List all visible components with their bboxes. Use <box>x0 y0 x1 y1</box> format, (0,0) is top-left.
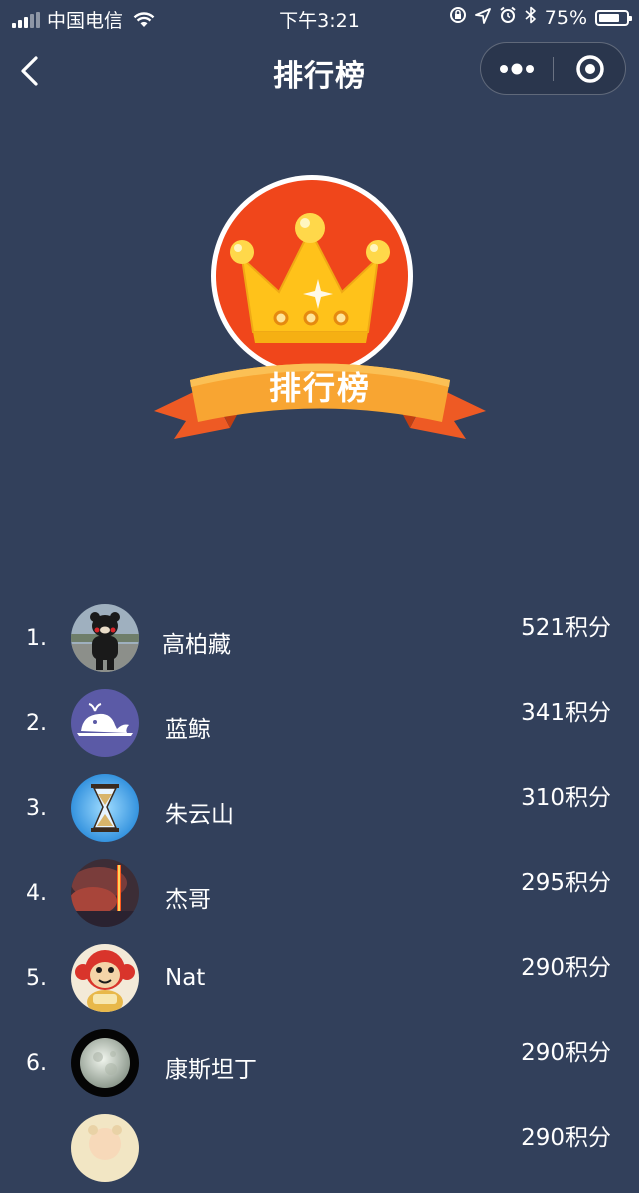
player-score: 521积分 <box>521 615 611 641</box>
battery-fill <box>599 13 619 22</box>
bluetooth-icon <box>525 6 537 29</box>
battery-icon <box>595 9 632 26</box>
player-name: 杰哥 <box>165 887 211 913</box>
player-score: 310积分 <box>521 785 611 811</box>
mini-program-capsule <box>480 42 626 95</box>
monkey-avatar <box>71 944 139 1012</box>
hourglass-avatar <box>71 774 139 842</box>
status-bar: 中国电信 下午3:21 75% <box>0 0 639 36</box>
volcano-avatar <box>71 859 139 927</box>
rank-number: 2. <box>26 711 47 736</box>
player-name: 高柏藏 <box>162 632 231 658</box>
badge-label: 排行榜 <box>268 369 371 407</box>
player-score: 295积分 <box>521 870 611 896</box>
location-icon <box>474 7 491 29</box>
more-dots-icon <box>500 63 534 75</box>
bear-avatar <box>71 604 139 672</box>
close-button[interactable] <box>555 43 625 93</box>
ranking-row[interactable]: 6. 康斯坦丁 290积分 <box>0 1023 639 1108</box>
leaderboard-badge: 排行榜 <box>150 175 490 465</box>
status-right: 75% <box>449 6 632 29</box>
capsule-divider <box>553 57 554 81</box>
rank-number: 5. <box>26 966 47 991</box>
player-score: 290积分 <box>521 955 611 981</box>
rotation-lock-icon <box>449 6 467 29</box>
ranking-row[interactable]: 3. 朱云山 310积分 <box>0 768 639 853</box>
nav-bar: 排行榜 <box>0 36 639 106</box>
ranking-row[interactable]: 1. 高柏藏 521积分 <box>0 598 639 683</box>
player-score: 290积分 <box>521 1125 611 1151</box>
ranking-row[interactable]: 5. Nat 290积分 <box>0 938 639 1023</box>
ranking-row[interactable]: 4. 杰哥 295积分 <box>0 853 639 938</box>
player-name: 蓝鲸 <box>165 717 211 743</box>
player-score: 341积分 <box>521 700 611 726</box>
player-name: 康斯坦丁 <box>165 1057 257 1083</box>
more-button[interactable] <box>481 43 553 93</box>
rank-number: 4. <box>26 881 47 906</box>
whale-avatar <box>71 689 139 757</box>
close-circle-icon <box>576 55 604 83</box>
rank-number: 6. <box>26 1051 47 1076</box>
battery-percent: 75% <box>544 6 587 29</box>
player-score: 290积分 <box>521 1040 611 1066</box>
alarm-icon <box>499 6 517 29</box>
crown-badge-icon <box>154 175 486 439</box>
player-name: Nat <box>165 965 206 991</box>
player-name: 朱云山 <box>165 802 234 828</box>
rank-number: 3. <box>26 796 47 821</box>
moon-avatar <box>71 1029 139 1097</box>
rank-number: 1. <box>26 626 47 651</box>
ranking-row[interactable]: 290积分 <box>0 1108 639 1193</box>
child-avatar <box>71 1114 139 1182</box>
ranking-row[interactable]: 2. 蓝鲸 341积分 <box>0 683 639 768</box>
